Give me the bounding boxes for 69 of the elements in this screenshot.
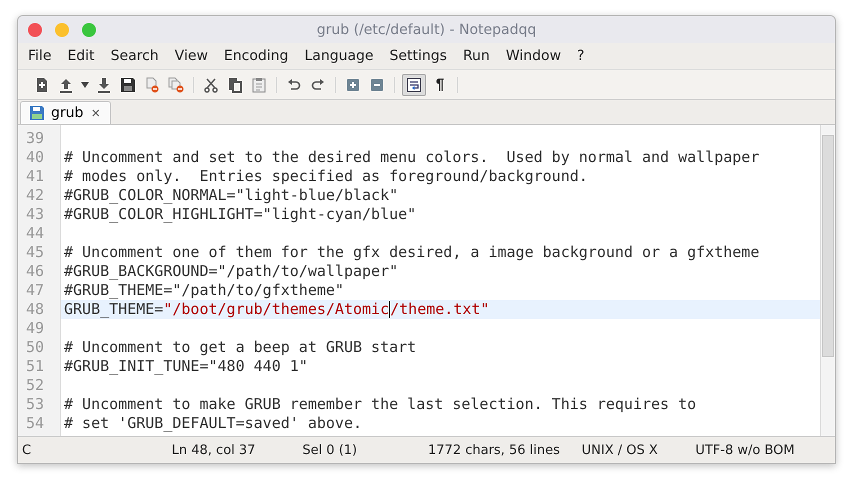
line-number: 40 [25,148,46,167]
code-text: #GRUB_COLOR_NORMAL="light-blue/black" [64,186,398,205]
status-text: Sel 0 (1) [301,442,358,458]
code-text: # Uncomment and set to the desired menu colors. Used by normal and wallpaper [64,148,760,167]
string-literal: /theme.txt" [390,300,490,319]
window-title: grub (/etc/default) - Notepadqq [316,22,536,38]
word-wrap-icon [406,76,422,92]
file-tab[interactable]: grub × [20,101,112,124]
scrollbar-thumb[interactable] [822,135,834,357]
status-text: 1772 chars, 56 lines [427,442,561,458]
caret-icon [81,82,89,88]
string-literal: "/boot/grub/themes/Atomic [163,300,390,319]
status-text: C [21,442,32,458]
code-text: #GRUB_THEME="/path/to/gfxtheme" [64,281,344,300]
line-number: 53 [25,395,46,414]
show-whitespace-button[interactable]: ¶ [430,74,450,96]
code-text: GRUB_THEME= [64,300,164,319]
menu-item[interactable]: File [20,48,60,64]
code-text: # Uncomment one of them for the gfx desired, a image background or a gfxtheme [64,243,760,262]
download-arrow-icon [96,76,112,92]
line-number: 41 [25,167,46,186]
undo-icon [286,76,302,92]
code-text: #GRUB_BACKGROUND="/path/to/wallpaper" [64,262,398,281]
line-number: 51 [25,357,46,376]
line-number: 44 [25,224,46,243]
scissors-icon [203,76,219,92]
line-number: 50 [25,338,46,357]
status-text: UNIX / OS X [580,442,659,458]
code-text: # Uncomment to make GRUB remember the last selection. This requires to [64,395,696,414]
menu-item[interactable]: Run [454,48,498,64]
line-number: 54 [25,414,46,433]
line-number: 52 [25,376,46,395]
documents-remove-icon [168,76,184,92]
code-text: #GRUB_INIT_TUNE="480 440 1" [64,357,308,376]
code-text: #GRUB_COLOR_HIGHLIGHT="light-cyan/blue" [64,205,416,224]
line-number: 39 [25,129,46,148]
status-text: Ln 48, col 37 [170,442,256,458]
copy-icon [227,76,243,92]
menu-item[interactable]: Search [102,48,167,64]
close-tab-button[interactable]: × [89,104,102,122]
minus-icon [369,76,385,92]
code-text: # modes only. Entries specified as foreground/background. [64,167,588,186]
status-text: UTF-8 w/o BOM [694,442,796,458]
line-number: 45 [25,243,46,262]
line-number: 46 [25,262,46,281]
menu-item[interactable]: Settings [382,48,455,64]
new-file-icon [34,76,50,92]
menu-item[interactable]: Window [498,48,570,64]
line-number: 48 [25,300,46,319]
code-text: # set 'GRUB_DEFAULT=saved' above. [64,414,362,433]
plus-icon [345,76,361,92]
upload-arrow-icon [58,76,74,92]
menu-item[interactable]: Encoding [216,48,296,64]
line-number: 42 [25,186,46,205]
toolbar-button[interactable] [402,74,426,96]
menu-item[interactable]: ? [569,48,592,64]
line-number: 43 [25,205,46,224]
code-text: # Uncomment to get a beep at GRUB start [64,338,416,357]
menu-item[interactable]: Edit [59,48,103,64]
document-remove-icon [144,76,160,92]
menu-item[interactable]: View [166,48,216,64]
menu-item[interactable]: Language [296,48,382,64]
line-number: 47 [25,281,46,300]
vertical-scrollbar[interactable] [820,125,835,436]
tab-label: grub [51,105,84,121]
close-window-button[interactable] [28,22,42,36]
redo-icon [310,76,326,92]
line-number: 49 [25,319,46,338]
clipboard-icon [251,76,267,92]
